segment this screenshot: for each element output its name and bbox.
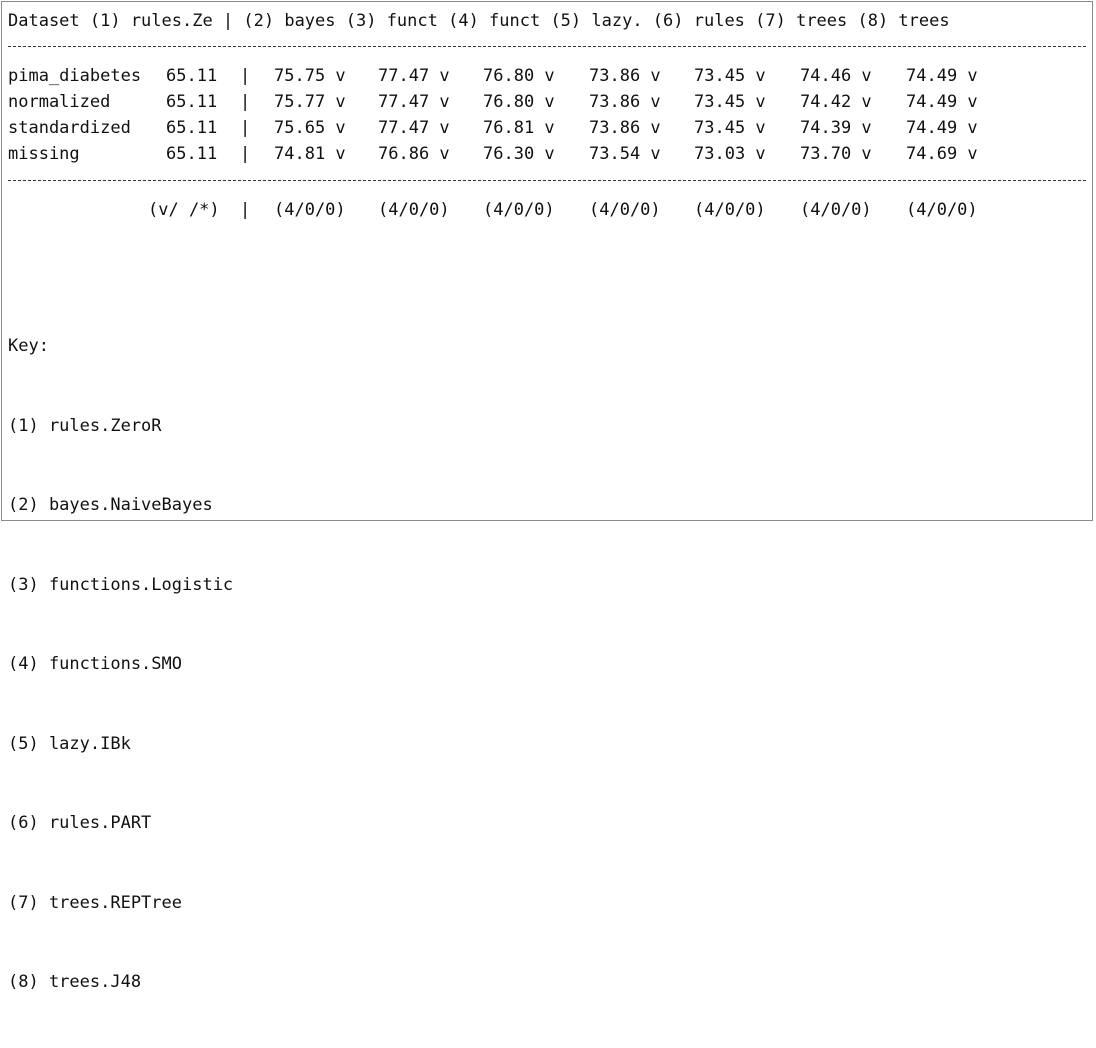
result-value: 74.39 v <box>800 118 872 138</box>
summary-value: (4/0/0) <box>800 200 872 220</box>
result-value: 73.86 v <box>589 66 661 86</box>
result-value: 77.47 v <box>378 92 450 112</box>
key-legend: Key: (1) rules.ZeroR (2) bayes.NaiveBaye… <box>8 280 233 1048</box>
result-value: 73.86 v <box>589 118 661 138</box>
table-row: normalized 65.11 | 75.77 v 77.47 v 76.80… <box>8 89 978 115</box>
summary-value: (4/0/0) <box>694 200 766 220</box>
column-separator: | <box>240 200 251 220</box>
result-value: 74.81 v <box>274 144 346 164</box>
bottom-divider <box>8 180 1086 181</box>
summary-value: (4/0/0) <box>274 200 346 220</box>
result-value: 73.54 v <box>589 144 661 164</box>
result-value: 75.77 v <box>274 92 346 112</box>
result-value: 73.86 v <box>589 92 661 112</box>
baseline-value: 65.11 <box>166 144 218 164</box>
result-value: 73.45 v <box>694 118 766 138</box>
result-value: 74.46 v <box>800 66 872 86</box>
table-header: Dataset (1) rules.Ze | (2) bayes (3) fun… <box>8 11 950 31</box>
dataset-name: pima_diabetes <box>8 66 142 86</box>
dataset-name: missing <box>8 144 80 164</box>
result-value: 74.42 v <box>800 92 872 112</box>
dataset-name: standardized <box>8 118 131 138</box>
summary-label: (v/ /*) <box>148 200 220 220</box>
result-value: 76.81 v <box>483 118 555 138</box>
summary-value: (4/0/0) <box>906 200 978 220</box>
result-value: 76.80 v <box>483 92 555 112</box>
result-value: 77.47 v <box>378 118 450 138</box>
result-value: 73.70 v <box>800 144 872 164</box>
key-item: (2) bayes.NaiveBayes <box>8 495 213 515</box>
table-row: pima_diabetes 65.11 | 75.75 v 77.47 v 76… <box>8 63 978 89</box>
result-value: 76.86 v <box>378 144 450 164</box>
top-divider <box>8 46 1086 47</box>
result-value: 75.65 v <box>274 118 346 138</box>
column-separator: | <box>240 144 251 164</box>
column-separator: | <box>240 92 251 112</box>
result-value: 77.47 v <box>378 66 450 86</box>
results-panel: Dataset (1) rules.Ze | (2) bayes (3) fun… <box>1 1 1093 992</box>
result-value: 74.49 v <box>906 118 978 138</box>
table-row: standardized 65.11 | 75.65 v 77.47 v 76.… <box>8 115 978 141</box>
summary-value: (4/0/0) <box>378 200 450 220</box>
summary-value: (4/0/0) <box>483 200 555 220</box>
result-value: 73.45 v <box>694 66 766 86</box>
column-separator: | <box>240 118 251 138</box>
key-item: (4) functions.SMO <box>8 654 182 674</box>
result-value: 74.49 v <box>906 66 978 86</box>
baseline-value: 65.11 <box>166 118 218 138</box>
key-title: Key: <box>8 336 49 356</box>
result-value: 74.49 v <box>906 92 978 112</box>
result-value: 76.80 v <box>483 66 555 86</box>
key-item: (6) rules.PART <box>8 813 152 833</box>
baseline-value: 65.11 <box>166 92 218 112</box>
table-row: missing 65.11 | 74.81 v 76.86 v 76.30 v … <box>8 141 978 167</box>
key-item: (5) lazy.IBk <box>8 733 131 754</box>
dataset-name: normalized <box>8 92 111 112</box>
summary-value: (4/0/0) <box>589 200 661 220</box>
baseline-value: 65.11 <box>166 66 218 86</box>
key-item: (8) trees.J48 <box>8 972 142 992</box>
result-value: 73.45 v <box>694 92 766 112</box>
key-item: (3) functions.Logistic <box>8 574 234 595</box>
result-value: 73.03 v <box>694 144 766 164</box>
result-value: 74.69 v <box>906 144 978 164</box>
result-value: 76.30 v <box>483 144 555 164</box>
summary-row: (v/ /*) | (4/0/0) (4/0/0) (4/0/0) (4/0/0… <box>8 197 978 223</box>
result-value: 75.75 v <box>274 66 346 86</box>
key-item: (1) rules.ZeroR <box>8 415 162 436</box>
key-item: (7) trees.REPTree <box>8 892 182 913</box>
column-separator: | <box>240 66 251 86</box>
